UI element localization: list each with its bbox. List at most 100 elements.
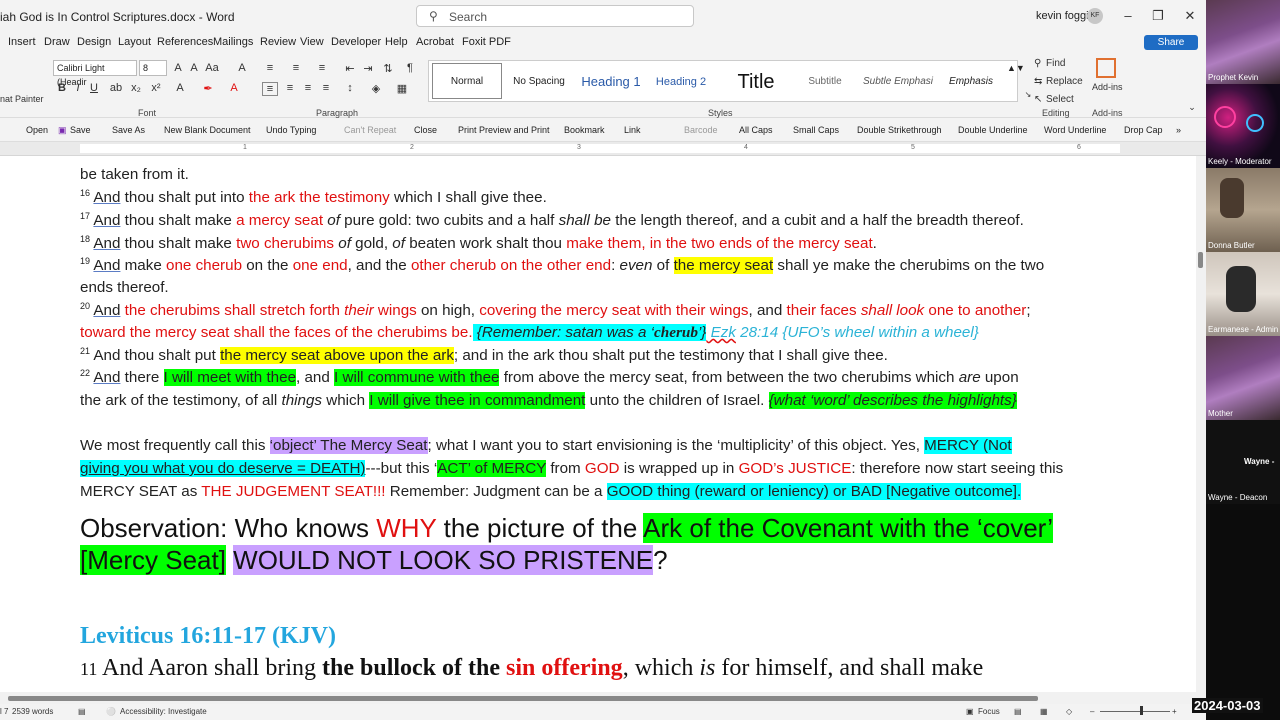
avatar[interactable]: KF	[1087, 8, 1103, 24]
search-box[interactable]: ⚲ Search	[416, 5, 694, 27]
font-name-box[interactable]: Calibri Light (Headir	[53, 60, 137, 87]
zoom-slider[interactable]	[1100, 711, 1170, 712]
qat-open[interactable]: Open	[26, 125, 48, 135]
tab-developer[interactable]: Developer	[331, 36, 381, 48]
qat-new-blank-document[interactable]: New Blank Document	[164, 125, 251, 135]
tab-draw[interactable]: Draw	[44, 36, 70, 48]
restore-icon[interactable]: ❐	[1148, 6, 1168, 26]
increase-indent-icon[interactable]: ⇥	[360, 62, 376, 75]
tab-layout[interactable]: Layout	[118, 36, 151, 48]
style-no-spacing[interactable]: No Spacing	[509, 61, 569, 103]
tab-references[interactable]: References	[157, 36, 213, 48]
strikethrough-icon[interactable]: ab	[108, 82, 124, 94]
justify-icon[interactable]: ≡	[318, 82, 334, 94]
focus-button[interactable]: Focus	[978, 707, 1000, 716]
find-button[interactable]: Find	[1046, 58, 1065, 69]
font-color-icon[interactable]: A	[226, 82, 242, 94]
line-spacing-icon[interactable]: ↕	[342, 82, 358, 94]
tab-view[interactable]: View	[300, 36, 324, 48]
participant-tile[interactable]: Keely - Moderator	[1206, 84, 1280, 168]
borders-icon[interactable]: ▦	[394, 82, 410, 95]
format-painter-button[interactable]: nat Painter	[0, 94, 44, 104]
bullets-icon[interactable]: ≡	[262, 62, 278, 74]
replace-button[interactable]: Replace	[1046, 76, 1083, 87]
style-subtitle[interactable]: Subtitle	[795, 61, 855, 103]
minimize-icon[interactable]: –	[1118, 6, 1138, 26]
participant-tile[interactable]: Earmanese - Admin	[1206, 252, 1280, 336]
print-layout-icon[interactable]: ▦	[1040, 707, 1048, 716]
shrink-font-icon[interactable]: A	[186, 62, 202, 74]
vertical-scrollbar[interactable]	[1196, 156, 1206, 692]
page-indicator[interactable]: l 7	[0, 707, 8, 716]
qat-drop-cap[interactable]: Drop Cap	[1124, 125, 1163, 135]
tab-review[interactable]: Review	[260, 36, 296, 48]
tab-acrobat[interactable]: Acrobat	[416, 36, 454, 48]
underline-icon[interactable]: U	[86, 82, 102, 94]
qat-print-preview[interactable]: Print Preview and Print	[458, 125, 550, 135]
decrease-indent-icon[interactable]: ⇤	[342, 62, 358, 75]
align-center-icon[interactable]: ≡	[282, 82, 298, 94]
tab-foxit-pdf[interactable]: Foxit PDF	[462, 36, 511, 48]
accessibility-status[interactable]: Accessibility: Investigate	[120, 707, 207, 716]
horizontal-scrollbar[interactable]	[0, 692, 1206, 704]
show-formatting-icon[interactable]: ¶	[402, 62, 418, 74]
qat-bookmark[interactable]: Bookmark	[564, 125, 605, 135]
qat-save-as[interactable]: Save As	[112, 125, 145, 135]
qat-all-caps[interactable]: All Caps	[739, 125, 773, 135]
collapse-ribbon-icon[interactable]: ⌄	[1184, 102, 1200, 113]
participant-tile[interactable]: Donna Butler	[1206, 168, 1280, 252]
grow-font-icon[interactable]: A	[170, 62, 186, 74]
align-right-icon[interactable]: ≡	[300, 82, 316, 94]
participant-tile[interactable]: Wayne - Wayne - Deacon	[1206, 420, 1280, 504]
word-count[interactable]: 2539 words	[12, 707, 53, 716]
highlight-icon[interactable]: ✒	[200, 82, 216, 95]
zoom-slider-thumb[interactable]	[1140, 706, 1143, 715]
style-emphasis[interactable]: Emphasis	[941, 61, 1001, 103]
qat-close[interactable]: Close	[414, 125, 437, 135]
user-name[interactable]: kevin foggie	[1036, 10, 1095, 22]
tab-help[interactable]: Help	[385, 36, 408, 48]
proofing-icon[interactable]: ▤	[78, 707, 86, 716]
clear-format-icon[interactable]: A	[234, 62, 250, 74]
scroll-thumb[interactable]	[8, 696, 1038, 701]
tab-insert[interactable]: Insert	[8, 36, 36, 48]
bold-icon[interactable]: B	[54, 82, 70, 94]
styles-scroll-icon[interactable]: ▲▼	[1007, 63, 1025, 73]
shading-icon[interactable]: ◈	[368, 82, 384, 95]
qat-small-caps[interactable]: Small Caps	[793, 125, 839, 135]
qat-more-icon[interactable]: »	[1176, 125, 1181, 135]
share-button[interactable]: Share	[1144, 35, 1198, 50]
multilevel-list-icon[interactable]: ≡	[314, 62, 330, 74]
add-ins-icon[interactable]	[1096, 58, 1116, 78]
change-case-icon[interactable]: Aa	[204, 62, 220, 74]
qat-double-underline[interactable]: Double Underline	[958, 125, 1028, 135]
superscript-icon[interactable]: x²	[148, 82, 164, 94]
font-size-box[interactable]: 8	[139, 60, 167, 76]
ruler[interactable]: 1 2 3 4 5 6	[0, 142, 1206, 156]
italic-icon[interactable]: I	[70, 82, 86, 94]
subscript-icon[interactable]: x₂	[128, 82, 144, 94]
document-body[interactable]: be taken from it. 16 And thou shalt put …	[0, 156, 1196, 692]
style-title[interactable]: Title	[721, 61, 791, 103]
style-subtle-emphasis[interactable]: Subtle Emphasi	[861, 61, 935, 103]
read-mode-icon[interactable]: ▤	[1014, 707, 1022, 716]
qat-save[interactable]: Save	[70, 125, 91, 135]
participant-tile[interactable]: Prophet Kevin	[1206, 0, 1280, 84]
align-left-icon[interactable]: ≡	[262, 82, 278, 96]
sort-icon[interactable]: ⇅	[380, 62, 396, 75]
participant-tile[interactable]: Mother	[1206, 336, 1280, 420]
qat-link[interactable]: Link	[624, 125, 641, 135]
web-layout-icon[interactable]: ◇	[1066, 707, 1072, 716]
zoom-out-icon[interactable]: –	[1090, 707, 1094, 716]
add-ins-button[interactable]: Add-ins	[1092, 82, 1123, 92]
numbering-icon[interactable]: ≡	[288, 62, 304, 74]
qat-double-strikethrough[interactable]: Double Strikethrough	[857, 125, 942, 135]
qat-undo-typing[interactable]: Undo Typing	[266, 125, 316, 135]
style-normal[interactable]: Normal	[432, 63, 502, 99]
tab-design[interactable]: Design	[77, 36, 111, 48]
close-icon[interactable]: ✕	[1180, 6, 1200, 26]
style-heading-2[interactable]: Heading 2	[651, 61, 711, 103]
zoom-in-icon[interactable]: +	[1172, 707, 1177, 716]
qat-word-underline[interactable]: Word Underline	[1044, 125, 1106, 135]
text-effects-icon[interactable]: A	[172, 82, 188, 94]
